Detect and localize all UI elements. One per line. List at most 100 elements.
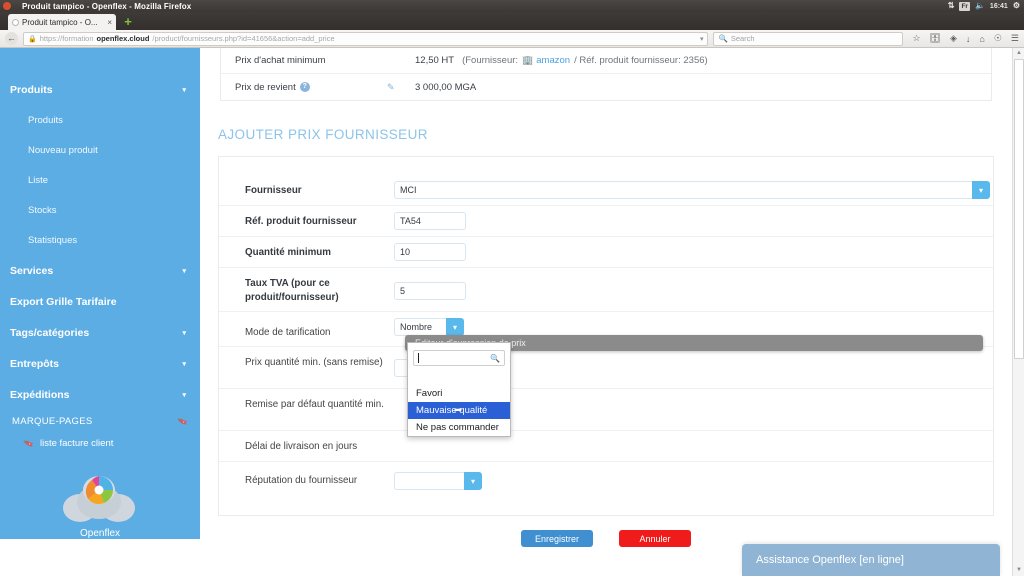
sidebar-item-entrepots[interactable]: Entrepôts ▾: [0, 348, 200, 379]
form-field-ref-produit-fournisseur: TA54: [394, 212, 993, 230]
scrollbar-thumb[interactable]: [1014, 59, 1024, 359]
close-icon[interactable]: ×: [107, 18, 112, 27]
sync-icon[interactable]: ☉: [994, 33, 1002, 44]
volume-icon[interactable]: 🔈: [975, 2, 985, 10]
page-title: AJOUTER PRIX FOURNISSEUR: [218, 127, 428, 142]
dropdown-option-ne-pas-commander[interactable]: Ne pas commander: [408, 419, 510, 436]
reputation-dropdown-menu[interactable]: 🔍 Favori Mauvaise qualité Ne pas command…: [407, 342, 511, 437]
search-input[interactable]: 🔍 Search: [713, 31, 904, 46]
sidebar-item-label: Entrepôts: [10, 357, 60, 370]
browser-toolbar-icons: ☆ 🗄 ◈ ↓ ⌂ ☉ ☰: [908, 33, 1019, 44]
info-row-prix-de-revient: Prix de revient ? ✎ 3 000,00 MGA: [221, 74, 991, 100]
supplier-suffix: / Réf. produit fournisseur: 2356): [574, 55, 708, 66]
info-row-prix-achat-minimum: Prix d'achat minimum 12,50 HT (Fournisse…: [221, 48, 991, 74]
sidebar-item-label: Tags/catégories: [10, 326, 90, 339]
search-icon: 🔍: [490, 353, 500, 363]
sidebar-item-export-grille-tarifaire[interactable]: Export Grille Tarifaire: [0, 286, 200, 317]
sidebar: Produits ▾ Produits Nouveau produit List…: [0, 48, 200, 539]
mode-tarification-select[interactable]: Nombre ▾: [394, 318, 993, 336]
star-icon[interactable]: ☆: [912, 33, 920, 44]
sidebar-subitem-liste[interactable]: Liste: [0, 165, 200, 195]
form-field-mode-de-tarification: Nombre ▾: [394, 318, 993, 336]
bookmarks-heading: MARQUE-PAGES 🔖: [0, 410, 200, 432]
new-tab-button[interactable]: +: [122, 15, 134, 28]
info-label: Prix d'achat minimum: [235, 55, 326, 66]
bookmark-item-liste-facture-client[interactable]: 🔖 liste facture client: [0, 432, 200, 454]
form-row-reputation-fournisseur: Réputation du fournisseur ▾: [219, 462, 993, 498]
dropdown-option-favori[interactable]: Favori: [408, 385, 510, 402]
page-scrollbar[interactable]: ▲ ▼: [1012, 48, 1024, 576]
browser-nav-bar: ← 🔒 https://formation openflex.cloud/prod…: [0, 30, 1024, 48]
form-field-delai-livraison: [394, 437, 993, 455]
assistance-widget[interactable]: Assistance Openflex [en ligne]: [742, 544, 1000, 576]
sidebar-subitem-produits[interactable]: Produits: [0, 105, 200, 135]
home-icon[interactable]: ⌂: [979, 34, 984, 44]
assistance-widget-label: Assistance Openflex [en ligne]: [756, 554, 904, 566]
keyboard-layout-indicator[interactable]: Fr: [959, 1, 970, 11]
menu-icon[interactable]: ☰: [1011, 33, 1019, 44]
window-close-icon[interactable]: [3, 2, 11, 10]
url-bar[interactable]: 🔒 https://formation openflex.cloud/produc…: [23, 31, 709, 46]
save-page-icon[interactable]: 🗄: [930, 33, 941, 44]
form-label-taux-tva: Taux TVA (pour ce produit/fournisseur): [245, 278, 339, 303]
ref-produit-fournisseur-input[interactable]: TA54: [394, 212, 466, 230]
network-icon[interactable]: ⇅: [948, 2, 955, 10]
building-icon: 🏢: [522, 55, 534, 65]
sidebar-item-produits[interactable]: Produits ▾: [0, 74, 200, 105]
supplier-link[interactable]: amazon: [536, 55, 570, 66]
quantite-minimum-input[interactable]: 10: [394, 243, 466, 261]
sidebar-subitem-stocks[interactable]: Stocks: [0, 195, 200, 225]
save-button[interactable]: Enregistrer: [521, 530, 593, 547]
clock[interactable]: 16:41: [990, 3, 1008, 10]
form-field-reputation-fournisseur: ▾: [394, 468, 993, 490]
text-cursor-icon: [418, 353, 419, 363]
tab-favicon-icon: [12, 18, 19, 26]
form-row-remise-defaut: Remise par défaut quantité min.: [219, 389, 993, 431]
mode-tarification-value[interactable]: Nombre: [394, 318, 446, 336]
brand-name: Openflex: [79, 528, 121, 539]
sidebar-item-label: Expéditions: [10, 388, 70, 401]
fournisseur-select[interactable]: MCI ▾: [394, 181, 993, 199]
reputation-fournisseur-value[interactable]: [394, 472, 464, 490]
sidebar-subitem-statistiques[interactable]: Statistiques: [0, 225, 200, 255]
browser-tab[interactable]: Produit tampico - O... ×: [8, 14, 116, 30]
download-icon[interactable]: ↓: [966, 34, 971, 44]
main-content: Prix d'achat minimum 12,50 HT (Fournisse…: [200, 48, 1012, 576]
form-field-taux-tva: 5: [394, 274, 993, 300]
edit-pencil-icon[interactable]: ✎: [387, 82, 415, 93]
lock-icon: 🔒: [28, 35, 37, 43]
scroll-up-icon[interactable]: ▲: [1013, 48, 1024, 59]
tab-title: Produit tampico - O...: [22, 17, 98, 27]
sidebar-subitem-nouveau-produit[interactable]: Nouveau produit: [0, 135, 200, 165]
form-row-prix-quantite-min: Prix quantité min. (sans remise) ▾: [219, 347, 993, 389]
taux-tva-input[interactable]: 5: [394, 282, 466, 300]
form-row-fournisseur: Fournisseur MCI ▾: [219, 175, 993, 206]
chevron-down-icon: ▾: [182, 360, 186, 368]
chevron-down-icon[interactable]: ▾: [464, 472, 482, 490]
search-icon: 🔍: [718, 34, 728, 43]
chevron-down-icon[interactable]: ▾: [446, 318, 464, 336]
chevron-down-icon: ▾: [182, 86, 186, 94]
pocket-icon[interactable]: ◈: [950, 33, 957, 44]
chevron-down-icon[interactable]: ▾: [972, 181, 990, 199]
dropdown-empty-option[interactable]: [408, 372, 510, 385]
dropdown-search-input[interactable]: 🔍: [413, 350, 505, 366]
info-label: Prix de revient ?: [235, 82, 387, 93]
chevron-down-icon: ▾: [182, 329, 186, 337]
form-label-fournisseur: Fournisseur: [245, 185, 302, 196]
sidebar-item-services[interactable]: Services ▾: [0, 255, 200, 286]
reputation-fournisseur-select[interactable]: ▾: [394, 472, 993, 490]
sidebar-item-expeditions[interactable]: Expéditions ▾: [0, 379, 200, 410]
fournisseur-select-value[interactable]: MCI: [394, 181, 972, 199]
scroll-down-icon[interactable]: ▼: [1013, 565, 1024, 576]
back-button[interactable]: ←: [5, 32, 18, 45]
chevron-down-icon[interactable]: ▾: [700, 35, 704, 43]
form-label-delai-livraison: Délai de livraison en jours: [245, 441, 358, 452]
sidebar-item-tags-categories[interactable]: Tags/catégories ▾: [0, 317, 200, 348]
url-prefix: https://formation: [39, 34, 94, 43]
help-icon[interactable]: ?: [299, 82, 310, 92]
gear-icon[interactable]: ⚙: [1013, 2, 1020, 10]
browser-tab-strip: Produit tampico - O... × +: [0, 12, 1024, 30]
cancel-button[interactable]: Annuler: [619, 530, 691, 547]
chevron-down-icon: ▾: [182, 267, 186, 275]
